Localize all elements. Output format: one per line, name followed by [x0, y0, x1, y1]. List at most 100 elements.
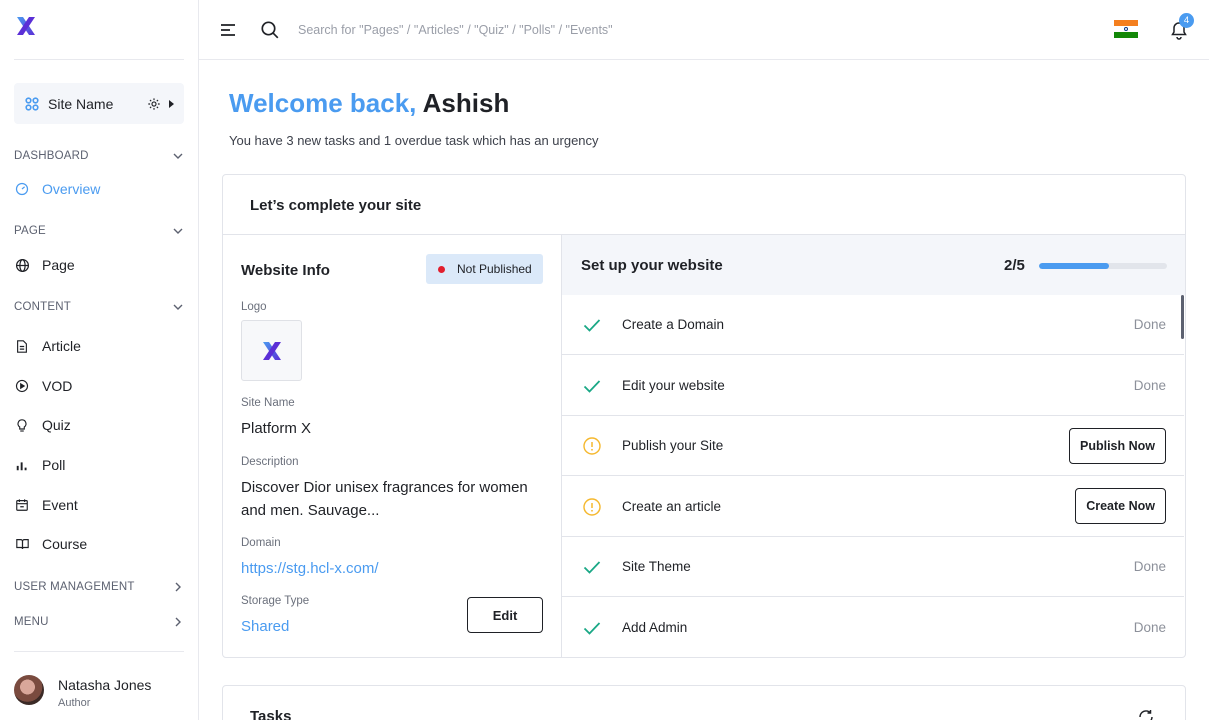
- chevron-down-icon: [173, 304, 183, 310]
- refresh-icon[interactable]: [1137, 708, 1155, 720]
- section-dashboard[interactable]: DASHBOARD: [14, 146, 184, 166]
- avatar[interactable]: [14, 675, 44, 705]
- section-label: PAGE: [14, 225, 46, 237]
- book-open-icon: [14, 536, 30, 552]
- welcome-prefix: Welcome back,: [229, 88, 417, 118]
- check-icon: [583, 561, 601, 574]
- status-text: Not Published: [457, 262, 532, 276]
- edit-button[interactable]: Edit: [467, 597, 543, 633]
- bar-chart-icon: [14, 457, 30, 473]
- setup-step-row: Edit your website Done: [562, 356, 1184, 416]
- platform-x-logo[interactable]: [14, 14, 38, 38]
- sidebar: Site Name DASHBOARD Overview PAGE Page C…: [0, 0, 199, 720]
- sidebar-item-label: Course: [42, 536, 88, 552]
- flag-stripe: [1114, 32, 1138, 38]
- page-subtitle: You have 3 new tasks and 1 overdue task …: [229, 133, 599, 148]
- logo-label: Logo: [241, 301, 267, 313]
- menu-toggle-icon[interactable]: [220, 23, 236, 37]
- sidebar-item-label: Page: [42, 257, 75, 273]
- step-label: Edit your website: [622, 377, 725, 393]
- check-icon: [583, 621, 601, 635]
- complete-site-card: Let’s complete your site Website Info No…: [222, 174, 1186, 658]
- user-name: Natasha Jones: [58, 677, 152, 693]
- setup-step-row: Publish your Site Publish Now: [562, 416, 1184, 476]
- section-label: DASHBOARD: [14, 150, 89, 162]
- sidebar-item-event[interactable]: Event: [14, 493, 184, 517]
- step-action-button[interactable]: Publish Now: [1069, 427, 1166, 464]
- step-label: Create an article: [622, 498, 722, 514]
- step-status: Done: [1133, 377, 1166, 393]
- globe-icon: [14, 257, 30, 273]
- sidebar-item-article[interactable]: Article: [14, 334, 184, 358]
- section-user-management[interactable]: USER MANAGEMENT: [14, 577, 184, 597]
- section-page[interactable]: PAGE: [14, 221, 184, 241]
- search-icon[interactable]: [260, 20, 280, 40]
- step-status: Done: [1133, 559, 1166, 574]
- check-icon: [583, 379, 601, 393]
- sidebar-item-quiz[interactable]: Quiz: [14, 413, 184, 437]
- section-content[interactable]: CONTENT: [14, 297, 184, 317]
- info-circle-icon: [583, 497, 601, 516]
- site-switcher[interactable]: Site Name: [14, 83, 184, 124]
- language-flag-icon[interactable]: [1114, 20, 1138, 38]
- site-logo: [241, 320, 302, 381]
- sidebar-item-course[interactable]: Course: [14, 532, 184, 556]
- chevron-right-icon: [175, 582, 181, 592]
- check-icon: [583, 319, 601, 332]
- status-badge: Not Published: [426, 254, 543, 284]
- document-icon: [14, 338, 30, 354]
- info-circle-icon: [583, 437, 601, 455]
- scrollbar-thumb[interactable]: [1181, 295, 1184, 339]
- sites-icon: [25, 96, 39, 111]
- setup-title: Set up your website: [581, 257, 723, 274]
- gauge-icon: [14, 181, 30, 197]
- lightbulb-icon: [14, 417, 30, 433]
- step-status: Done: [1133, 619, 1166, 635]
- tasks-card: Tasks: [222, 685, 1186, 720]
- setup-header: Set up your website 2/5: [562, 235, 1185, 295]
- search-input[interactable]: [298, 18, 818, 42]
- sidebar-item-label: Event: [42, 497, 78, 513]
- domain-link[interactable]: https://stg.hcl-x.com/: [241, 557, 379, 580]
- card-title: Let’s complete your site: [250, 197, 422, 214]
- chevron-right-icon: [175, 617, 181, 627]
- sidebar-divider: [14, 59, 184, 60]
- sidebar-item-poll[interactable]: Poll: [14, 453, 184, 477]
- section-menu[interactable]: MENU: [14, 616, 184, 630]
- step-label: Create a Domain: [622, 317, 725, 332]
- caret-right-icon[interactable]: [169, 99, 174, 108]
- step-label: Add Admin: [622, 619, 688, 635]
- section-label: MENU: [14, 616, 49, 628]
- sidebar-item-page[interactable]: Page: [14, 253, 184, 277]
- progress-bar: [1039, 263, 1167, 269]
- step-status: Done: [1133, 317, 1166, 332]
- description-value: Discover Dior unisex fragrances for wome…: [241, 479, 528, 519]
- section-label: USER MANAGEMENT: [14, 581, 135, 593]
- sidebar-item-label: VOD: [42, 378, 73, 394]
- status-dot-icon: [438, 265, 445, 273]
- user-role: Author: [58, 697, 91, 709]
- domain-label: Domain: [241, 537, 281, 549]
- notification-badge: 4: [1179, 13, 1194, 28]
- page-title: Welcome back, Ashish: [229, 88, 509, 119]
- step-action-button[interactable]: Create Now: [1075, 488, 1166, 524]
- storage-type-value: Shared: [241, 618, 290, 635]
- site-name-label: Site Name: [241, 397, 295, 409]
- chevron-down-icon: [173, 228, 183, 234]
- setup-step-row: Create a Domain Done: [562, 295, 1184, 355]
- site-name-label: Site Name: [48, 95, 114, 112]
- topbar: 4: [199, 0, 1209, 60]
- sidebar-item-label: Overview: [42, 181, 101, 197]
- sidebar-item-overview[interactable]: Overview: [14, 177, 184, 201]
- tasks-title: Tasks: [250, 708, 292, 720]
- storage-type-label: Storage Type: [241, 595, 310, 607]
- sidebar-item-label: Poll: [42, 457, 66, 473]
- sidebar-item-vod[interactable]: VOD: [14, 374, 184, 398]
- progress-fill: [1039, 263, 1110, 269]
- chevron-down-icon: [173, 153, 183, 159]
- setup-step-row: Site Theme Done: [562, 537, 1184, 597]
- sidebar-divider: [14, 651, 184, 652]
- website-info-panel: Website Info Not Published Logo Site Nam…: [223, 235, 561, 657]
- setup-website-panel: Set up your website 2/5 Create a Domain D…: [562, 235, 1185, 657]
- gear-icon[interactable]: [147, 97, 161, 111]
